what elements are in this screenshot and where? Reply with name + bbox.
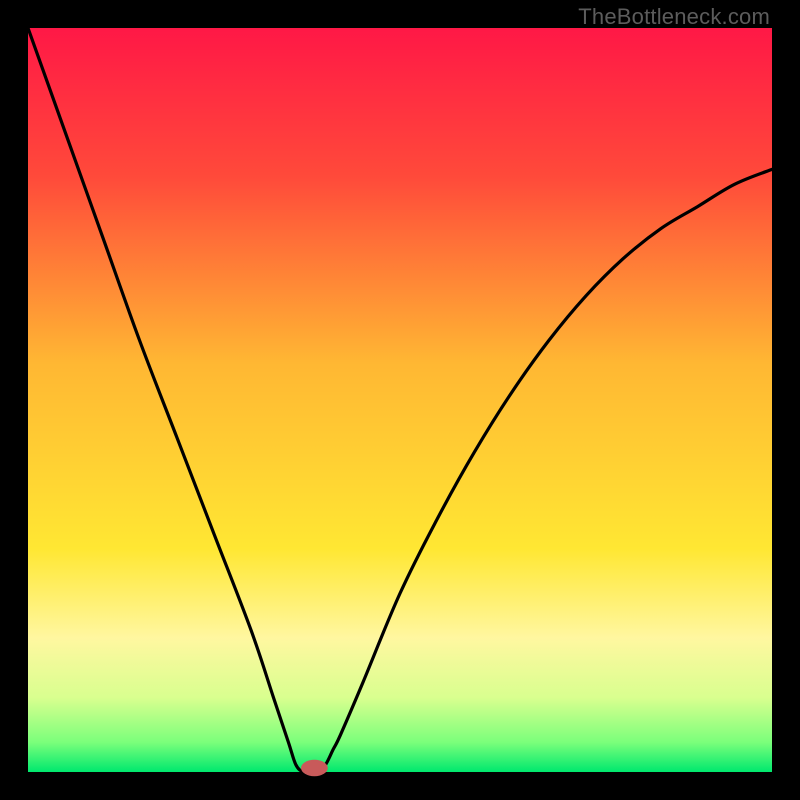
chart-frame: TheBottleneck.com	[0, 0, 800, 800]
curve-svg	[28, 28, 772, 772]
plot-area	[28, 28, 772, 772]
bottleneck-curve	[28, 28, 772, 773]
optimum-marker	[301, 760, 328, 776]
watermark-text: TheBottleneck.com	[578, 4, 770, 30]
